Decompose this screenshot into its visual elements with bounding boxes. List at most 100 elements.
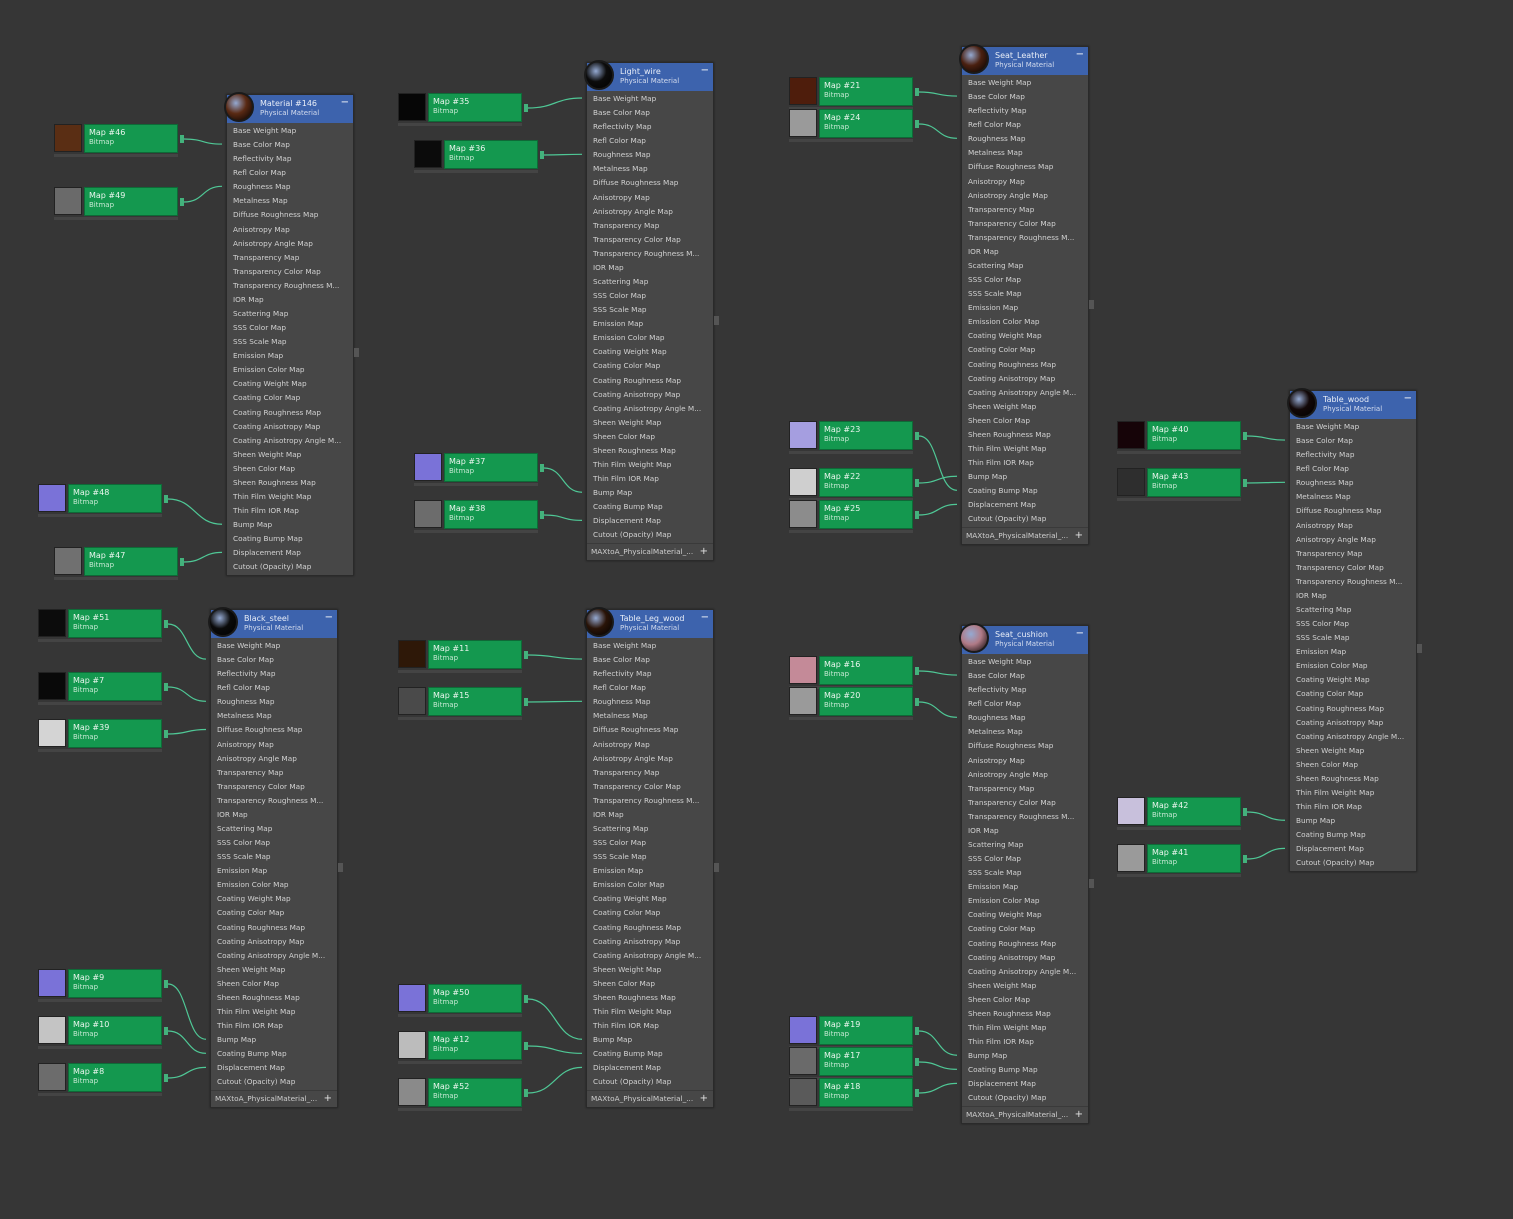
bitmap-node-body[interactable]: Map #50 Bitmap	[428, 984, 522, 1013]
bitmap-node[interactable]: Map #39 Bitmap	[38, 719, 168, 752]
material-slot[interactable]: Scattering Map	[587, 275, 713, 289]
material-slot[interactable]: Coating Color Map	[1290, 687, 1416, 701]
bitmap-node[interactable]: Map #52 Bitmap	[398, 1078, 528, 1111]
material-slot[interactable]: Diffuse Roughness Map	[227, 208, 353, 222]
output-socket[interactable]	[164, 730, 168, 738]
material-slot[interactable]: Refl Color Map	[587, 681, 713, 695]
bitmap-node[interactable]: Map #19 Bitmap	[789, 1016, 919, 1049]
material-slot[interactable]: Refl Color Map	[962, 118, 1088, 132]
material-slot[interactable]: Coating Weight Map	[211, 892, 337, 906]
bitmap-node-body[interactable]: Map #25 Bitmap	[819, 500, 913, 529]
material-slot[interactable]: Transparency Roughness M...	[211, 794, 337, 808]
material-slot[interactable]: Transparency Map	[587, 219, 713, 233]
material-slot[interactable]: Transparency Roughness M...	[1290, 575, 1416, 589]
bitmap-node[interactable]: Map #7 Bitmap	[38, 672, 168, 705]
output-socket[interactable]	[164, 620, 168, 628]
output-socket[interactable]	[164, 495, 168, 503]
output-socket[interactable]	[540, 464, 544, 472]
output-socket[interactable]	[180, 558, 184, 566]
material-slot[interactable]: Cutout (Opacity) Map	[227, 560, 353, 574]
connection-wire[interactable]	[527, 1066, 583, 1094]
material-slot[interactable]: Base Weight Map	[587, 92, 713, 106]
minimize-icon[interactable]: −	[1076, 49, 1084, 60]
material-node-header[interactable]: Material #146 Physical Material −	[224, 92, 353, 123]
material-slot[interactable]: SSS Scale Map	[211, 850, 337, 864]
bitmap-node[interactable]: Map #41 Bitmap	[1117, 844, 1247, 877]
connection-wire[interactable]	[167, 983, 207, 1040]
material-slot[interactable]: Refl Color Map	[587, 134, 713, 148]
bitmap-node-body[interactable]: Map #37 Bitmap	[444, 453, 538, 482]
material-slot[interactable]: Coating Weight Map	[962, 908, 1088, 922]
material-slot[interactable]: Cutout (Opacity) Map	[962, 1091, 1088, 1105]
material-slot[interactable]: Coating Anisotropy Map	[587, 388, 713, 402]
material-slot[interactable]: Cutout (Opacity) Map	[587, 528, 713, 542]
material-slot[interactable]: Reflectivity Map	[211, 667, 337, 681]
material-slot[interactable]: Transparency Color Map	[962, 796, 1088, 810]
material-slot[interactable]: Reflectivity Map	[1290, 448, 1416, 462]
output-socket[interactable]	[524, 995, 528, 1003]
material-node[interactable]: Seat_cushion Physical Material − Base Weigh…	[959, 623, 1094, 1124]
output-socket[interactable]	[1243, 479, 1247, 487]
material-slot[interactable]: Displacement Map	[1290, 842, 1416, 856]
material-slot[interactable]: Thin Film IOR Map	[962, 456, 1088, 470]
bitmap-node[interactable]: Map #47 Bitmap	[54, 547, 184, 580]
material-slot[interactable]: Anisotropy Map	[962, 175, 1088, 189]
material-slot[interactable]: Coating Color Map	[211, 906, 337, 920]
material-slot[interactable]: Sheen Color Map	[587, 977, 713, 991]
material-slot[interactable]: Bump Map	[962, 1049, 1088, 1063]
bitmap-node-body[interactable]: Map #24 Bitmap	[819, 109, 913, 138]
material-slot[interactable]: Emission Color Map	[587, 878, 713, 892]
material-node[interactable]: Table_wood Physical Material − Base Weight …	[1287, 388, 1422, 872]
output-socket[interactable]	[915, 511, 919, 519]
material-slot[interactable]: SSS Color Map	[962, 273, 1088, 287]
connection-wire[interactable]	[183, 551, 223, 563]
output-slot[interactable]: MAXtoA_PhysicalMaterial_... +	[587, 1089, 713, 1107]
output-socket[interactable]	[915, 479, 919, 487]
material-slot[interactable]: Base Color Map	[227, 138, 353, 152]
material-slot[interactable]: Base Color Map	[211, 653, 337, 667]
bitmap-node[interactable]: Map #20 Bitmap	[789, 687, 919, 720]
material-slot[interactable]: Sheen Roughness Map	[227, 476, 353, 490]
output-socket[interactable]	[714, 316, 719, 326]
connection-wire[interactable]	[918, 123, 958, 139]
bitmap-node-body[interactable]: Map #8 Bitmap	[68, 1063, 162, 1092]
connection-wire[interactable]	[167, 686, 207, 702]
material-slot[interactable]: Coating Anisotropy Angle M...	[1290, 730, 1416, 744]
bitmap-node-body[interactable]: Map #52 Bitmap	[428, 1078, 522, 1107]
material-slot[interactable]: Base Color Map	[587, 653, 713, 667]
material-slot[interactable]: Base Weight Map	[1290, 420, 1416, 434]
connection-wire[interactable]	[918, 475, 958, 484]
connection-wire[interactable]	[527, 654, 583, 660]
bitmap-node[interactable]: Map #24 Bitmap	[789, 109, 919, 142]
bitmap-node-body[interactable]: Map #11 Bitmap	[428, 640, 522, 669]
material-slot[interactable]: Cutout (Opacity) Map	[1290, 856, 1416, 870]
material-slot[interactable]: SSS Scale Map	[587, 303, 713, 317]
material-slot[interactable]: SSS Scale Map	[962, 287, 1088, 301]
output-socket[interactable]	[524, 1042, 528, 1050]
material-slot[interactable]: Base Color Map	[587, 106, 713, 120]
material-slot[interactable]: Transparency Roughness M...	[227, 279, 353, 293]
material-slot[interactable]: Transparency Map	[227, 251, 353, 265]
bitmap-node-body[interactable]: Map #17 Bitmap	[819, 1047, 913, 1076]
material-slot[interactable]: Thin Film Weight Map	[1290, 786, 1416, 800]
material-slot[interactable]: Coating Weight Map	[587, 345, 713, 359]
material-slot[interactable]: IOR Map	[211, 808, 337, 822]
connection-wire[interactable]	[167, 1030, 207, 1054]
connection-wire[interactable]	[918, 701, 958, 718]
material-slot[interactable]: Bump Map	[227, 518, 353, 532]
material-slot[interactable]: Sheen Weight Map	[587, 416, 713, 430]
connection-wire[interactable]	[527, 97, 583, 109]
material-slot[interactable]: Emission Color Map	[962, 315, 1088, 329]
material-slot[interactable]: Reflectivity Map	[962, 104, 1088, 118]
material-slot[interactable]: Thin Film Weight Map	[587, 1005, 713, 1019]
material-slot[interactable]: Sheen Color Map	[227, 462, 353, 476]
add-icon[interactable]: +	[700, 544, 708, 560]
material-node[interactable]: Black_steel Physical Material − Base Weight…	[208, 607, 343, 1108]
minimize-icon[interactable]: −	[701, 612, 709, 623]
material-slot[interactable]: Emission Color Map	[1290, 659, 1416, 673]
material-slot[interactable]: Emission Map	[587, 317, 713, 331]
material-node-header[interactable]: Seat_Leather Physical Material −	[959, 44, 1088, 75]
bitmap-node-body[interactable]: Map #42 Bitmap	[1147, 797, 1241, 826]
output-slot[interactable]: MAXtoA_PhysicalMaterial_... +	[962, 526, 1088, 544]
material-slot[interactable]: Emission Color Map	[211, 878, 337, 892]
